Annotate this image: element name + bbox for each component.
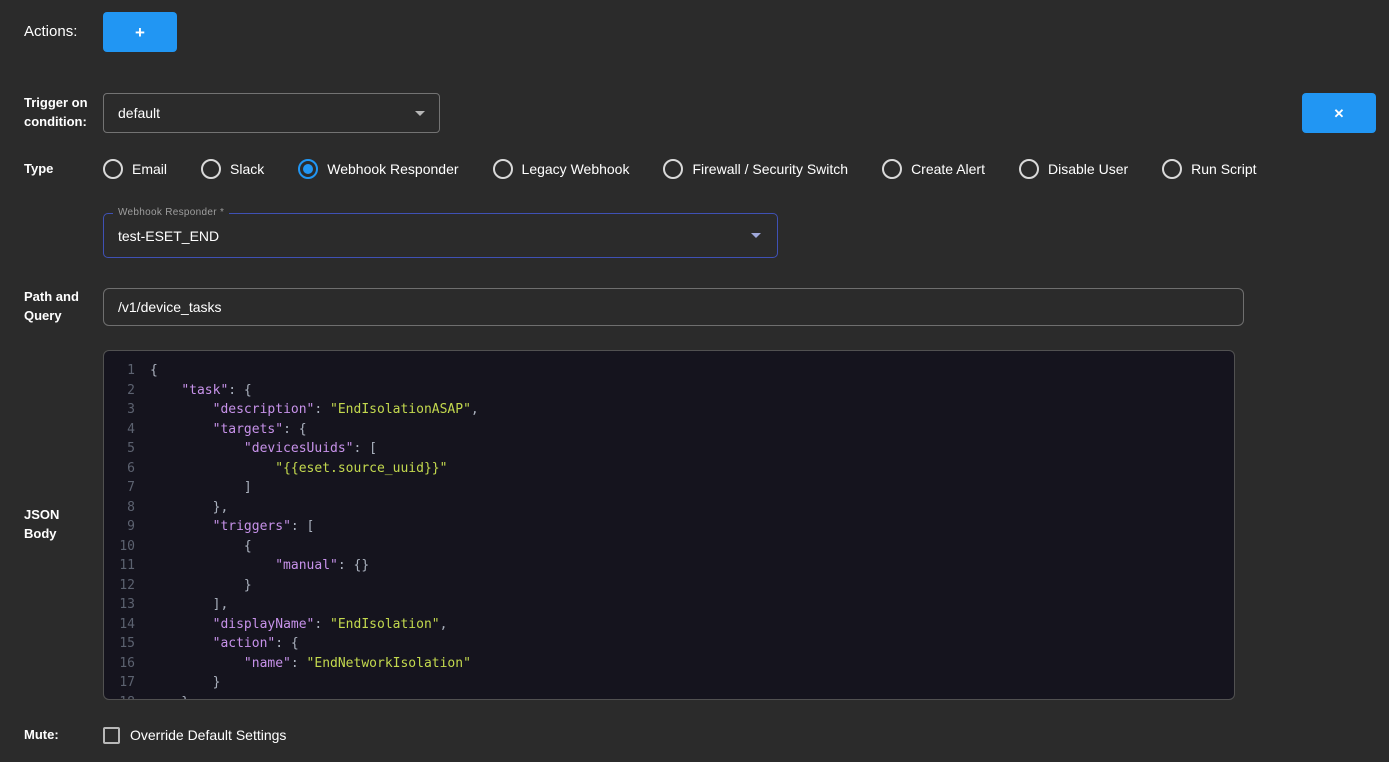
code-line: ] bbox=[150, 478, 479, 498]
line-number: 11 bbox=[104, 556, 150, 576]
radio-label: Legacy Webhook bbox=[522, 161, 630, 177]
mute-label: Mute: bbox=[24, 726, 90, 745]
code-line: } bbox=[150, 576, 479, 596]
trigger-condition-label: Trigger on condition: bbox=[24, 94, 90, 132]
line-number: 15 bbox=[104, 634, 150, 654]
line-number: 14 bbox=[104, 615, 150, 635]
remove-action-button[interactable]: ✕ bbox=[1302, 93, 1376, 133]
type-radio-legacy-webhook[interactable]: Legacy Webhook bbox=[493, 159, 630, 179]
line-number: 18 bbox=[104, 693, 150, 701]
radio-label: Email bbox=[132, 161, 167, 177]
radio-icon[interactable] bbox=[103, 159, 123, 179]
type-radio-group: Email Slack Webhook Responder Legacy Webhoo… bbox=[103, 159, 1257, 179]
code-line: ], bbox=[150, 595, 479, 615]
action-config-page: Actions: + Trigger on condition: default… bbox=[0, 0, 1389, 745]
trigger-row: Trigger on condition: default ✕ bbox=[0, 93, 1389, 133]
line-number: 2 bbox=[104, 381, 150, 401]
plus-icon: + bbox=[135, 24, 145, 41]
radio-label: Disable User bbox=[1048, 161, 1128, 177]
actions-label: Actions: bbox=[24, 21, 90, 43]
code-line: { bbox=[150, 537, 479, 557]
line-number: 17 bbox=[104, 673, 150, 693]
radio-label: Run Script bbox=[1191, 161, 1256, 177]
code-line: "task": { bbox=[150, 381, 479, 401]
path-query-label: Path and Query bbox=[24, 288, 90, 326]
line-number: 3 bbox=[104, 400, 150, 420]
json-body-row: JSON Body 123456789101112131415161718 { … bbox=[0, 350, 1389, 700]
type-radio-disable-user[interactable]: Disable User bbox=[1019, 159, 1128, 179]
add-action-button[interactable]: + bbox=[103, 12, 177, 52]
line-number: 12 bbox=[104, 576, 150, 596]
code-line: }, bbox=[150, 498, 479, 518]
code-line: } bbox=[150, 693, 479, 700]
close-icon: ✕ bbox=[1334, 107, 1345, 120]
radio-icon[interactable] bbox=[493, 159, 513, 179]
type-radio-run-script[interactable]: Run Script bbox=[1162, 159, 1256, 179]
type-label: Type bbox=[24, 160, 90, 179]
line-number: 4 bbox=[104, 420, 150, 440]
json-body-editor[interactable]: 123456789101112131415161718 { "task": { … bbox=[103, 350, 1235, 700]
code-line: { bbox=[150, 361, 479, 381]
line-number: 8 bbox=[104, 498, 150, 518]
radio-icon[interactable] bbox=[882, 159, 902, 179]
code-line: "{{eset.source_uuid}}" bbox=[150, 459, 479, 479]
editor-code[interactable]: { "task": { "description": "EndIsolation… bbox=[150, 351, 479, 699]
radio-icon[interactable] bbox=[663, 159, 683, 179]
code-line: "action": { bbox=[150, 634, 479, 654]
webhook-responder-row: Webhook Responder * test-ESET_END bbox=[0, 213, 1389, 258]
path-query-input[interactable] bbox=[103, 288, 1244, 326]
radio-icon[interactable] bbox=[1019, 159, 1039, 179]
type-radio-create-alert[interactable]: Create Alert bbox=[882, 159, 985, 179]
type-radio-firewall-security-switch[interactable]: Firewall / Security Switch bbox=[663, 159, 848, 179]
trigger-condition-value: default bbox=[118, 105, 160, 121]
path-query-row: Path and Query bbox=[0, 288, 1389, 326]
radio-icon[interactable] bbox=[1162, 159, 1182, 179]
webhook-responder-select[interactable]: Webhook Responder * test-ESET_END bbox=[103, 213, 778, 258]
json-body-label: JSON Body bbox=[24, 506, 90, 544]
line-number: 6 bbox=[104, 459, 150, 479]
mute-row: Mute: Override Default Settings bbox=[0, 726, 1389, 745]
type-radio-slack[interactable]: Slack bbox=[201, 159, 264, 179]
code-line: "description": "EndIsolationASAP", bbox=[150, 400, 479, 420]
code-line: "name": "EndNetworkIsolation" bbox=[150, 654, 479, 674]
trigger-condition-select[interactable]: default bbox=[103, 93, 440, 133]
override-default-settings-label: Override Default Settings bbox=[130, 727, 286, 743]
actions-row: Actions: + bbox=[0, 0, 1389, 52]
line-number: 1 bbox=[104, 361, 150, 381]
chevron-down-icon bbox=[751, 233, 761, 238]
line-number: 10 bbox=[104, 537, 150, 557]
line-number: 7 bbox=[104, 478, 150, 498]
editor-gutter: 123456789101112131415161718 bbox=[104, 351, 150, 699]
radio-label: Create Alert bbox=[911, 161, 985, 177]
webhook-responder-field-label: Webhook Responder * bbox=[113, 207, 229, 218]
radio-icon[interactable] bbox=[201, 159, 221, 179]
override-default-settings-checkbox[interactable] bbox=[103, 727, 120, 744]
type-radio-webhook-responder[interactable]: Webhook Responder bbox=[298, 159, 458, 179]
radio-label: Firewall / Security Switch bbox=[692, 161, 848, 177]
code-line: "displayName": "EndIsolation", bbox=[150, 615, 479, 635]
radio-selected-icon[interactable] bbox=[298, 159, 318, 179]
chevron-down-icon bbox=[415, 111, 425, 116]
webhook-responder-value: test-ESET_END bbox=[118, 228, 219, 244]
code-line: "devicesUuids": [ bbox=[150, 439, 479, 459]
radio-label: Webhook Responder bbox=[327, 161, 458, 177]
radio-label: Slack bbox=[230, 161, 264, 177]
code-line: } bbox=[150, 673, 479, 693]
type-row: Type Email Slack Webhook Responder Legacy W… bbox=[0, 159, 1389, 179]
line-number: 5 bbox=[104, 439, 150, 459]
code-line: "triggers": [ bbox=[150, 517, 479, 537]
line-number: 13 bbox=[104, 595, 150, 615]
type-radio-email[interactable]: Email bbox=[103, 159, 167, 179]
line-number: 16 bbox=[104, 654, 150, 674]
code-line: "targets": { bbox=[150, 420, 479, 440]
code-line: "manual": {} bbox=[150, 556, 479, 576]
line-number: 9 bbox=[104, 517, 150, 537]
